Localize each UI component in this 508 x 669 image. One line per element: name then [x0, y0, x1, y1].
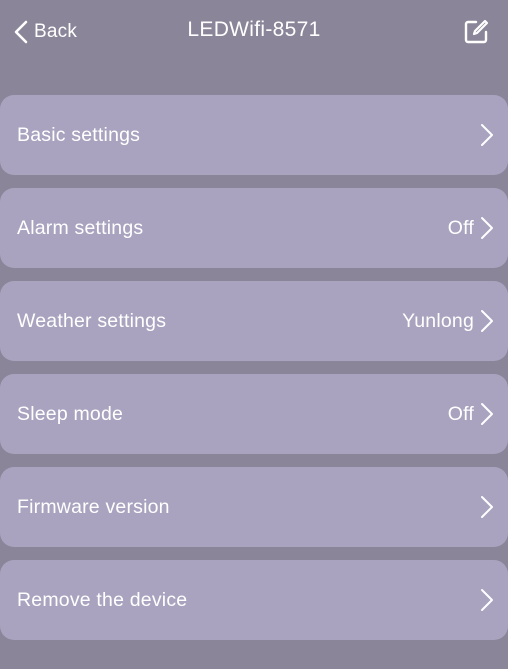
chevron-right-icon: [480, 495, 494, 519]
row-label: Remove the device: [17, 588, 188, 611]
edit-icon: [462, 18, 490, 46]
settings-row-firmware-version[interactable]: Firmware version: [0, 467, 508, 547]
row-label: Firmware version: [17, 495, 170, 518]
chevron-right-icon: [480, 123, 494, 147]
row-label: Basic settings: [17, 123, 141, 146]
row-value: Off: [447, 216, 474, 239]
edit-button[interactable]: [462, 18, 490, 46]
row-right: Yunlong: [402, 309, 494, 333]
header-bar: Back LEDWifi-8571: [0, 0, 508, 64]
row-right: [474, 123, 494, 147]
chevron-right-icon: [480, 402, 494, 426]
settings-row-weather-settings[interactable]: Weather settings Yunlong: [0, 281, 508, 361]
row-right: [474, 588, 494, 612]
row-right: Off: [448, 216, 494, 240]
chevron-right-icon: [480, 588, 494, 612]
settings-row-sleep-mode[interactable]: Sleep mode Off: [0, 374, 508, 454]
settings-row-alarm-settings[interactable]: Alarm settings Off: [0, 188, 508, 268]
row-label: Sleep mode: [17, 402, 124, 425]
row-label: Alarm settings: [17, 216, 144, 239]
row-label: Weather settings: [17, 309, 167, 332]
row-value: Yunlong: [402, 309, 474, 332]
chevron-right-icon: [480, 309, 494, 333]
row-value: Off: [447, 402, 474, 425]
row-right: [474, 495, 494, 519]
settings-row-basic-settings[interactable]: Basic settings: [0, 95, 508, 175]
chevron-right-icon: [480, 216, 494, 240]
page-title: LEDWifi-8571: [187, 18, 321, 41]
row-right: Off: [448, 402, 494, 426]
settings-row-remove-device[interactable]: Remove the device: [0, 560, 508, 640]
